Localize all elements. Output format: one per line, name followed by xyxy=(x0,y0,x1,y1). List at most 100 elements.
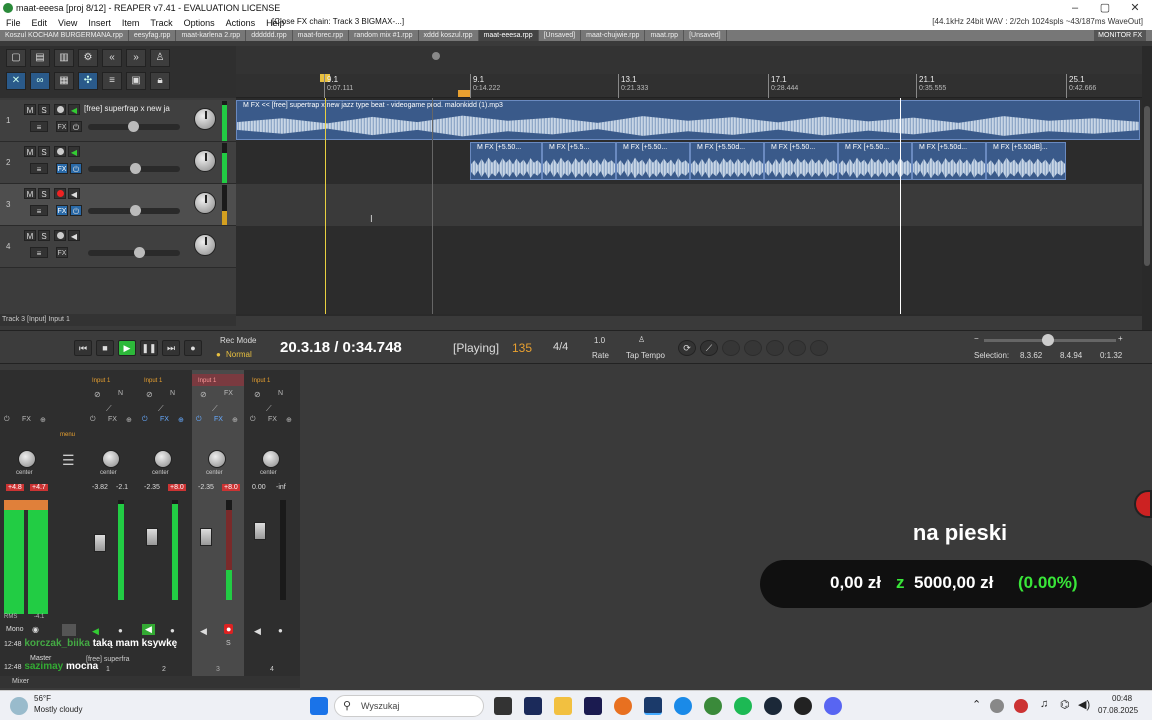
master-strip[interactable]: ⏻ FX ⊕ center +4.8 +4.7 RMS -4.1 Mono ◉ xyxy=(0,370,56,676)
fx-button[interactable]: FX xyxy=(108,416,117,423)
pan-knob[interactable] xyxy=(18,450,36,468)
clock-time[interactable]: 00:48 xyxy=(1112,694,1132,703)
taskbar-search[interactable]: ⚲ Wyszukaj xyxy=(334,695,484,717)
vscroll-thumb[interactable] xyxy=(1144,106,1150,266)
volume-display[interactable]: -2.35 xyxy=(144,484,160,491)
power-icon[interactable]: ⏻ xyxy=(142,416,148,424)
phase-icon[interactable]: ⊘ xyxy=(146,390,153,399)
route-icon[interactable]: ≡ xyxy=(30,121,48,132)
menu-edit[interactable]: Edit xyxy=(32,18,48,28)
audio-item[interactable]: M FX [+5.50d... xyxy=(912,142,986,180)
volume-display[interactable]: 0.00 xyxy=(252,484,266,491)
mute-button[interactable]: M xyxy=(24,146,36,157)
menu-insert[interactable]: Insert xyxy=(88,18,111,28)
automation-icon[interactable]: ⟋ xyxy=(212,404,218,414)
speaker-icon[interactable]: ◉ xyxy=(32,625,39,634)
project-tab[interactable]: maat-karlena 2.rpp xyxy=(176,30,247,41)
record-arm-icon[interactable]: ● xyxy=(278,626,283,635)
pan-knob[interactable] xyxy=(102,450,120,468)
power-icon[interactable]: ⏻ xyxy=(196,416,202,424)
obs-icon[interactable] xyxy=(794,697,812,715)
mute-button[interactable]: M xyxy=(24,188,36,199)
task-view-icon[interactable] xyxy=(494,697,512,715)
zoom-thumb[interactable] xyxy=(1042,334,1054,346)
audio-item-main[interactable]: M FX << [free] supertrap x new jazz type… xyxy=(236,100,1140,140)
premiere-icon[interactable] xyxy=(584,697,602,715)
phase-icon[interactable]: ⊘ xyxy=(200,390,207,399)
close-fx-chain-button[interactable]: [Close FX chain: Track 3 BIGMAX-...] xyxy=(272,17,404,26)
hamburger-menu-icon[interactable]: ☰ xyxy=(62,452,75,469)
track-lane-1[interactable]: M FX << [free] supertrap x new jazz type… xyxy=(236,100,1142,142)
speaker-icon[interactable]: ◀ xyxy=(68,146,80,157)
project-tab[interactable]: random mix #1.rpp xyxy=(349,30,419,41)
solo-button[interactable]: S xyxy=(38,146,50,157)
solo-button[interactable]: S xyxy=(38,104,50,115)
master-route-icon[interactable] xyxy=(62,624,76,636)
input-label[interactable]: Input 1 xyxy=(252,378,270,384)
zoom-slider[interactable] xyxy=(984,334,1116,346)
audio-item[interactable]: M FX [+5.5... xyxy=(542,142,616,180)
project-tab[interactable]: maat-forec.rpp xyxy=(293,30,350,41)
speaker-icon[interactable]: ◀ xyxy=(68,230,80,241)
project-tab[interactable]: [Unsaved] xyxy=(539,30,582,41)
open-project-icon[interactable]: ▤ xyxy=(30,49,50,67)
bpm-display[interactable]: 135 xyxy=(512,341,532,355)
track-lane-4[interactable] xyxy=(236,226,1142,314)
power-icon[interactable]: ⏻ xyxy=(250,416,256,424)
pause-icon[interactable]: ❚❚ xyxy=(140,340,158,356)
audio-item[interactable]: M FX [+5.50... xyxy=(616,142,690,180)
record-arm-icon[interactable]: ● xyxy=(170,626,175,635)
volume-fader[interactable] xyxy=(146,528,158,546)
project-tab[interactable]: [Unsaved] xyxy=(684,30,727,41)
pan-knob[interactable] xyxy=(194,234,216,256)
power-icon[interactable]: ⏻ xyxy=(70,205,82,216)
peak-display[interactable]: -2.1 xyxy=(116,484,128,491)
after-effects-icon[interactable] xyxy=(524,697,542,715)
record-arm-button[interactable] xyxy=(54,230,66,241)
edge-icon[interactable] xyxy=(674,697,692,715)
add-icon[interactable]: ⊕ xyxy=(178,416,184,424)
audio-item[interactable]: M FX [+5.50... xyxy=(764,142,838,180)
go-to-start-icon[interactable]: ⏮ xyxy=(74,340,92,356)
metronome-icon[interactable]: ♙ xyxy=(150,49,170,67)
speaker-icon[interactable]: ◀ xyxy=(68,104,80,115)
mixer-dock-tab[interactable]: Mixer xyxy=(0,676,300,688)
menu-view[interactable]: View xyxy=(58,18,77,28)
master-volume-display[interactable]: +4.8 xyxy=(6,484,24,491)
audio-item[interactable]: M FX [+5.50... xyxy=(470,142,542,180)
selection-end[interactable]: 8.4.94 xyxy=(1060,351,1082,360)
route-icon[interactable]: ≡ xyxy=(30,247,48,258)
record-arm-icon[interactable]: ● xyxy=(118,626,123,635)
go-to-end-icon[interactable]: ⏭ xyxy=(162,340,180,356)
fx-button[interactable]: FX xyxy=(56,247,68,258)
add-icon[interactable]: ⊕ xyxy=(40,416,46,424)
volume-thumb[interactable] xyxy=(128,121,139,132)
ripple-edit-icon[interactable]: ✕ xyxy=(6,72,26,90)
audio-info[interactable]: [44.1kHz 24bit WAV : 2/2ch 1024spls ~43/… xyxy=(932,17,1143,26)
fx-button[interactable]: FX xyxy=(160,416,169,423)
speaker-icon[interactable]: ◀ xyxy=(200,626,207,637)
tray-app-icon[interactable] xyxy=(1014,699,1028,713)
option-icon[interactable] xyxy=(722,340,740,356)
steam-icon[interactable] xyxy=(764,697,782,715)
track-name[interactable] xyxy=(84,146,184,158)
automation-icon[interactable]: ⟋ xyxy=(106,404,112,414)
mute-button[interactable]: M xyxy=(24,104,36,115)
menu-file[interactable]: File xyxy=(6,18,21,28)
fx-label[interactable]: FX xyxy=(224,390,233,397)
add-icon[interactable]: ⊕ xyxy=(126,416,132,424)
loop-marker-icon[interactable] xyxy=(432,52,440,60)
stop-icon[interactable]: ■ xyxy=(96,340,114,356)
snap-icon[interactable]: ✣ xyxy=(78,72,98,90)
option-icon[interactable] xyxy=(766,340,784,356)
volume-fader[interactable] xyxy=(94,534,106,552)
fl-studio-icon[interactable] xyxy=(614,697,632,715)
fx-button[interactable]: FX xyxy=(56,163,68,174)
tray-app-icon[interactable] xyxy=(990,699,1004,713)
mixer-strip-3[interactable]: Input 1 ⊘ FX ⟋ ⏻ FX ⊕ center -2.35 +8.0 … xyxy=(192,370,244,676)
volume-slider[interactable] xyxy=(88,247,180,258)
project-tab[interactable]: dddddd.rpp xyxy=(246,30,293,41)
automation-icon[interactable]: ⟋ xyxy=(158,404,164,414)
power-icon[interactable]: ⏻ xyxy=(90,416,96,424)
volume-display[interactable]: -2.35 xyxy=(198,484,214,491)
